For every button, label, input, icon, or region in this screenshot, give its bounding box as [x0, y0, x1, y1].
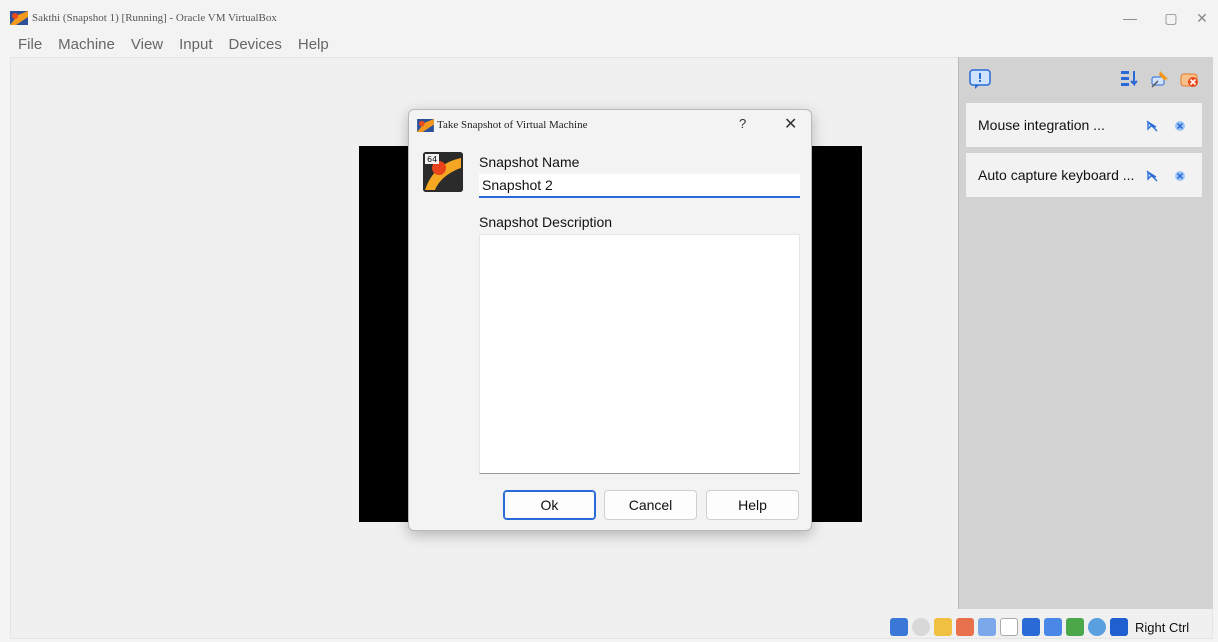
keyboard-capture-icon[interactable]	[1110, 618, 1128, 636]
close-notification-icon[interactable]	[1173, 119, 1187, 133]
cpu-activity-icon[interactable]	[1066, 618, 1084, 636]
snapshot-vm-icon: 64	[423, 152, 463, 192]
display-icon[interactable]	[1022, 618, 1040, 636]
shared-folders-icon[interactable]	[1000, 618, 1018, 636]
virtualbox-app-icon	[10, 11, 28, 25]
vm-64-icon: 64	[423, 152, 463, 192]
video-capture-icon[interactable]	[1044, 618, 1062, 636]
menu-help[interactable]: Help	[290, 34, 337, 56]
status-bar: Right Ctrl	[890, 615, 1218, 639]
minimize-button[interactable]: —	[1115, 8, 1145, 28]
notification-mouse-integration[interactable]: Mouse integration ...	[966, 103, 1202, 147]
mouse-pointer-off-icon	[1146, 120, 1158, 132]
keyboard-capture-off-icon	[1146, 170, 1158, 182]
snapshot-description-label: Snapshot Description	[479, 214, 613, 230]
menu-machine[interactable]: Machine	[50, 34, 123, 56]
menu-devices[interactable]: Devices	[221, 34, 290, 56]
usb-icon[interactable]	[978, 618, 996, 636]
optical-drive-icon[interactable]	[912, 618, 930, 636]
notification-toggle-icon[interactable]	[969, 69, 991, 89]
hard-disk-icon[interactable]	[890, 618, 908, 636]
notification-text: Auto capture keyboard ...	[978, 167, 1135, 183]
virtualbox-dialog-icon	[417, 119, 434, 132]
mouse-integration-icon[interactable]	[1088, 618, 1106, 636]
notification-text: Mouse integration ...	[978, 117, 1105, 133]
window-title: Sakthi (Snapshot 1) [Running] - Oracle V…	[32, 12, 277, 24]
host-key-label[interactable]: Right Ctrl	[1135, 620, 1189, 635]
menu-file[interactable]: File	[10, 34, 50, 56]
sort-icon[interactable]	[1119, 69, 1141, 89]
close-notification-icon[interactable]	[1173, 169, 1187, 183]
network-icon[interactable]	[956, 618, 974, 636]
help-button[interactable]: Help	[706, 490, 799, 520]
snapshot-description-textarea[interactable]	[479, 234, 800, 474]
ok-button[interactable]: Ok	[503, 490, 596, 520]
dialog-title: Take Snapshot of Virtual Machine	[437, 119, 588, 131]
dialog-help-icon[interactable]: ?	[739, 116, 746, 131]
pin-icon[interactable]	[1149, 69, 1171, 89]
dismiss-all-icon[interactable]	[1179, 69, 1201, 89]
notification-center-panel: Mouse integration ... Auto capture keybo…	[958, 57, 1213, 609]
notification-auto-capture-keyboard[interactable]: Auto capture keyboard ...	[966, 153, 1202, 197]
take-snapshot-dialog: Take Snapshot of Virtual Machine ? ✕ 64 …	[408, 109, 812, 531]
menu-view[interactable]: View	[123, 34, 171, 56]
snapshot-name-label: Snapshot Name	[479, 154, 580, 170]
badge-64-text: 64	[427, 155, 437, 164]
close-window-button[interactable]: ✕	[1187, 8, 1217, 28]
audio-icon[interactable]	[934, 618, 952, 636]
cancel-button[interactable]: Cancel	[604, 490, 697, 520]
snapshot-name-input[interactable]	[479, 174, 800, 198]
dialog-title-bar: Take Snapshot of Virtual Machine ? ✕	[409, 110, 811, 140]
maximize-button[interactable]: ▢	[1156, 8, 1186, 28]
dialog-close-button[interactable]: ✕	[784, 114, 797, 134]
title-bar: Sakthi (Snapshot 1) [Running] - Oracle V…	[0, 0, 1218, 34]
menu-input[interactable]: Input	[171, 34, 220, 56]
menu-bar: File Machine View Input Devices Help	[0, 34, 337, 56]
